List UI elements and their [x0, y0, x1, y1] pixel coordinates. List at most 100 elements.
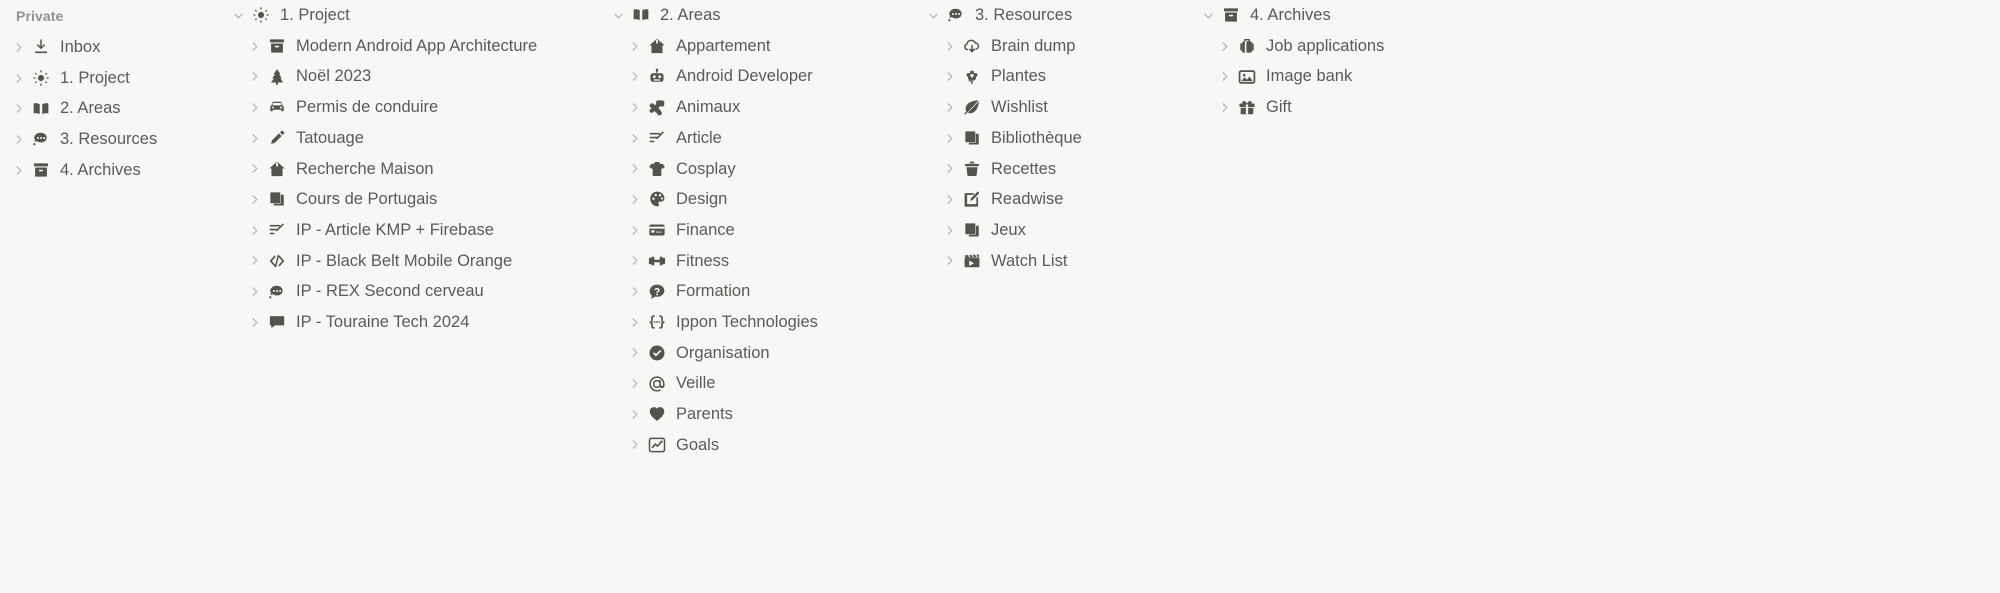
sidebar-item-2-areas[interactable]: 2. Areas [0, 93, 220, 124]
tree-item-row[interactable]: Appartement [600, 31, 915, 62]
tree-item-row[interactable]: Recherche Maison [220, 153, 605, 184]
tree-item-row[interactable]: Modern Android App Architecture [220, 31, 605, 62]
chevron-down-icon[interactable] [1198, 10, 1218, 21]
chevron-right-icon[interactable] [244, 255, 264, 266]
chevron-right-icon[interactable] [624, 163, 644, 174]
chevron-right-icon[interactable] [8, 103, 28, 114]
column-header-archives[interactable]: 4. Archives [1190, 0, 1520, 31]
chevron-down-icon[interactable] [923, 10, 943, 21]
tree-item-row[interactable]: Job applications [1190, 31, 1520, 62]
sidebar-item-3-resources[interactable]: 3. Resources [0, 124, 220, 155]
chevron-right-icon[interactable] [1214, 102, 1234, 113]
tree-item-row[interactable]: Android Developer [600, 61, 915, 92]
chevron-right-icon[interactable] [939, 225, 959, 236]
tree-item-row[interactable]: Finance [600, 215, 915, 246]
chevron-right-icon[interactable] [624, 439, 644, 450]
sidebar-item-inbox[interactable]: Inbox [0, 32, 220, 63]
tree-item-row[interactable]: Noël 2023 [220, 61, 605, 92]
tree-item-row[interactable]: Gift [1190, 92, 1520, 123]
chevron-right-icon[interactable] [244, 317, 264, 328]
heart-icon [644, 405, 670, 423]
chevron-right-icon[interactable] [624, 102, 644, 113]
tree-item-row[interactable]: Plantes [915, 61, 1190, 92]
chevron-right-icon[interactable] [624, 409, 644, 420]
chevron-right-icon[interactable] [244, 71, 264, 82]
column-header-resources[interactable]: 3. Resources [915, 0, 1190, 31]
christmas-tree-icon [264, 68, 290, 86]
chevron-right-icon[interactable] [244, 286, 264, 297]
chevron-right-icon[interactable] [624, 347, 644, 358]
chevron-right-icon[interactable] [624, 225, 644, 236]
chevron-right-icon[interactable] [244, 194, 264, 205]
chevron-right-icon[interactable] [624, 378, 644, 389]
tree-item-row[interactable]: Image bank [1190, 61, 1520, 92]
column-header-areas[interactable]: 2. Areas [600, 0, 915, 31]
chevron-right-icon[interactable] [8, 134, 28, 145]
tree-item-row[interactable]: IP - Article KMP + Firebase [220, 215, 605, 246]
chevron-right-icon[interactable] [939, 102, 959, 113]
tree-item-row[interactable]: Cosplay [600, 153, 915, 184]
tree-item-label: Organisation [676, 343, 770, 362]
chevron-right-icon[interactable] [939, 194, 959, 205]
chevron-right-icon[interactable] [8, 42, 28, 53]
chevron-down-icon[interactable] [228, 10, 248, 21]
chevron-down-icon[interactable] [608, 10, 628, 21]
tree-item-row[interactable]: Cours de Portugais [220, 184, 605, 215]
image-icon [1234, 68, 1260, 86]
car-icon [264, 98, 290, 116]
tree-item-row[interactable]: Formation [600, 276, 915, 307]
chevron-right-icon[interactable] [939, 255, 959, 266]
column-header-project[interactable]: 1. Project [220, 0, 605, 31]
tree-item-row[interactable]: IP - REX Second cerveau [220, 276, 605, 307]
chevron-right-icon[interactable] [244, 163, 264, 174]
tree-item-label: Article [676, 128, 722, 147]
chevron-right-icon[interactable] [624, 317, 644, 328]
tree-item-row[interactable]: Goals [600, 430, 915, 461]
chevron-right-icon[interactable] [939, 41, 959, 52]
chevron-right-icon[interactable] [624, 133, 644, 144]
tree-item-row[interactable]: Design [600, 184, 915, 215]
tree-item-row[interactable]: Brain dump [915, 31, 1190, 62]
sidebar-item-4-archives[interactable]: 4. Archives [0, 155, 220, 186]
tree-item-row[interactable]: Veille [600, 368, 915, 399]
chevron-right-icon[interactable] [8, 73, 28, 84]
tree-item-row[interactable]: Tatouage [220, 123, 605, 154]
chevron-right-icon[interactable] [244, 102, 264, 113]
tree-item-label: Inbox [60, 38, 101, 57]
chevron-right-icon[interactable] [244, 41, 264, 52]
chevron-right-icon[interactable] [8, 165, 28, 176]
tree-item-row[interactable]: Parents [600, 399, 915, 430]
tree-item-label: Plantes [991, 67, 1047, 86]
tree-item-row[interactable]: Fitness [600, 246, 915, 277]
speech-bubble-icon [264, 313, 290, 331]
sidebar-item-1-project[interactable]: 1. Project [0, 63, 220, 94]
chevron-right-icon[interactable] [1214, 71, 1234, 82]
chevron-right-icon[interactable] [624, 194, 644, 205]
tree-item-row[interactable]: Jeux [915, 215, 1190, 246]
tree-item-row[interactable]: Article [600, 123, 915, 154]
tree-item-row[interactable]: Animaux [600, 92, 915, 123]
tree-item-row[interactable]: Recettes [915, 153, 1190, 184]
tree-item-label: Cours de Portugais [296, 190, 438, 209]
chevron-right-icon[interactable] [624, 71, 644, 82]
chevron-right-icon[interactable] [244, 133, 264, 144]
tree-item-label: 2. Areas [660, 6, 721, 25]
chevron-right-icon[interactable] [939, 163, 959, 174]
tree-item-row[interactable]: Permis de conduire [220, 92, 605, 123]
chevron-right-icon[interactable] [244, 225, 264, 236]
tree-item-row[interactable]: IP - Black Belt Mobile Orange [220, 246, 605, 277]
tree-item-row[interactable]: Organisation [600, 338, 915, 369]
chevron-right-icon[interactable] [624, 286, 644, 297]
tree-item-row[interactable]: Readwise [915, 184, 1190, 215]
tree-item-row[interactable]: Bibliothèque [915, 123, 1190, 154]
chevron-right-icon[interactable] [939, 71, 959, 82]
tree-item-row[interactable]: Ippon Technologies [600, 307, 915, 338]
chevron-right-icon[interactable] [1214, 41, 1234, 52]
tree-item-row[interactable]: Wishlist [915, 92, 1190, 123]
tree-item-label: Recherche Maison [296, 159, 434, 178]
chevron-right-icon[interactable] [624, 41, 644, 52]
chevron-right-icon[interactable] [939, 133, 959, 144]
chevron-right-icon[interactable] [624, 255, 644, 266]
tree-item-row[interactable]: Watch List [915, 246, 1190, 277]
tree-item-row[interactable]: IP - Touraine Tech 2024 [220, 307, 605, 338]
